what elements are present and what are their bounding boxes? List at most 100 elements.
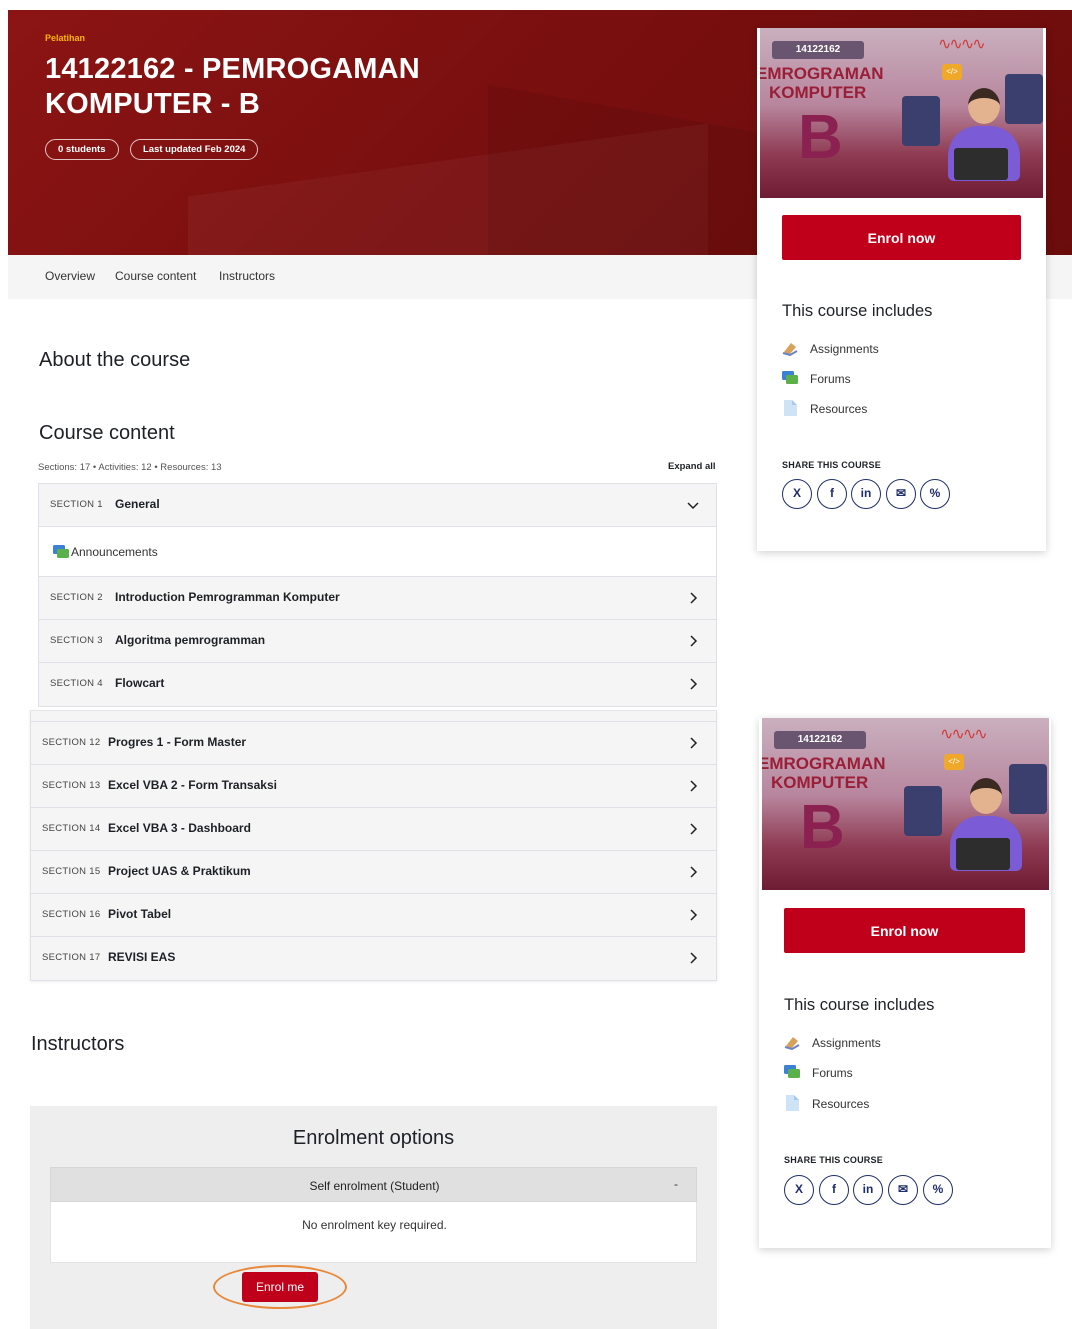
code-panel-graphic xyxy=(1005,74,1043,124)
enrolment-method-body: No enrolment key required. xyxy=(50,1202,697,1263)
section-number: SECTION 12 xyxy=(42,737,101,748)
section-title: Excel VBA 2 - Form Transaksi xyxy=(108,778,277,792)
chevron-right-icon[interactable] xyxy=(686,736,700,750)
section-title: Flowcart xyxy=(115,676,165,690)
laptop-illustration xyxy=(954,148,1008,180)
section-row[interactable]: SECTION 2 Introduction Pemrogramman Komp… xyxy=(39,577,716,620)
thumbnail-code: 14122162 xyxy=(774,731,866,749)
section-row[interactable]: SECTION 1 General xyxy=(39,484,716,527)
forum-icon xyxy=(53,545,69,558)
forum-icon xyxy=(784,1065,800,1078)
chevron-right-icon[interactable] xyxy=(686,779,700,793)
chevron-right-icon[interactable] xyxy=(686,591,700,605)
file-icon xyxy=(784,400,797,416)
collapse-toggle[interactable]: - xyxy=(674,1177,678,1191)
email-icon[interactable]: ✉ xyxy=(888,1175,918,1205)
chevron-right-icon[interactable] xyxy=(686,634,700,648)
chevron-right-icon[interactable] xyxy=(686,822,700,836)
enrolment-title: Enrolment options xyxy=(292,1127,455,1149)
email-icon[interactable]: ✉ xyxy=(886,479,916,509)
thumbnail-title-line2: KOMPUTER xyxy=(769,83,867,102)
tab-overview[interactable]: Overview xyxy=(45,269,95,283)
include-label: Resources xyxy=(812,1097,870,1111)
link-icon[interactable]: % xyxy=(920,479,950,509)
section-number: SECTION 13 xyxy=(42,780,101,791)
linkedin-icon[interactable]: in xyxy=(853,1175,883,1205)
course-sidebar-card: 14122162 ∿∿∿∿ </> EMROGRAMAN KOMPUTER B … xyxy=(759,718,1051,1248)
code-panel-graphic xyxy=(904,786,942,836)
section-row[interactable]: SECTION 15 Project UAS & Praktikum xyxy=(31,851,716,894)
chevron-right-icon[interactable] xyxy=(686,677,700,691)
assignment-icon xyxy=(782,343,798,356)
code-panel-graphic xyxy=(902,96,940,146)
course-content-heading: Course content xyxy=(39,422,175,444)
section-row[interactable]: SECTION 14 Excel VBA 3 - Dashboard xyxy=(31,808,716,851)
chevron-right-icon[interactable] xyxy=(686,908,700,922)
instructors-heading: Instructors xyxy=(31,1033,125,1055)
file-icon xyxy=(786,1095,799,1111)
course-title: 14122162 - PEMROGAMAN KOMPUTER - B xyxy=(45,53,420,120)
enrol-now-button[interactable]: Enrol now xyxy=(784,908,1025,953)
about-heading: About the course xyxy=(39,349,191,371)
section-list: SECTION 12 Progres 1 - Form Master SECTI… xyxy=(30,710,717,981)
section-row[interactable]: SECTION 4 Flowcart xyxy=(39,663,716,706)
x-icon[interactable]: X xyxy=(782,479,812,509)
section-title: Project UAS & Praktikum xyxy=(108,864,251,878)
thumbnail-code-tag: </> xyxy=(942,64,962,80)
section-number: SECTION 1 xyxy=(50,499,103,510)
facebook-icon[interactable]: f xyxy=(817,479,847,509)
course-category: Pelatihan xyxy=(45,33,86,43)
forum-icon xyxy=(782,371,798,384)
thumbnail-letter: B xyxy=(800,793,845,862)
chevron-right-icon[interactable] xyxy=(686,865,700,879)
section-title: Introduction Pemrogramman Komputer xyxy=(115,590,340,604)
section-row[interactable]: SECTION 13 Excel VBA 2 - Form Transaksi xyxy=(31,765,716,808)
share-buttons: X f in ✉ % xyxy=(782,479,962,509)
include-label: Assignments xyxy=(810,342,879,356)
section-number: SECTION 15 xyxy=(42,866,101,877)
wave-decoration: ∿∿∿∿ xyxy=(940,726,988,743)
tab-instructors[interactable]: Instructors xyxy=(219,269,275,283)
include-label: Forums xyxy=(810,372,851,386)
section-row[interactable]: SECTION 3 Algoritma pemrogramman xyxy=(39,620,716,663)
course-stats: Sections: 17 • Activities: 12 • Resource… xyxy=(38,462,222,473)
chevron-down-icon[interactable] xyxy=(686,498,700,512)
expand-all-link[interactable]: Expand all xyxy=(668,461,716,472)
linkedin-icon[interactable]: in xyxy=(851,479,881,509)
share-title: SHARE THIS COURSE xyxy=(784,1155,883,1165)
tab-course-content[interactable]: Course content xyxy=(115,269,196,283)
x-icon[interactable]: X xyxy=(784,1175,814,1205)
thumbnail-code: 14122162 xyxy=(772,41,864,59)
section-row[interactable]: SECTION 12 Progres 1 - Form Master xyxy=(31,722,716,765)
section-number: SECTION 16 xyxy=(42,909,101,920)
enrol-now-button[interactable]: Enrol now xyxy=(782,215,1021,260)
thumbnail-title-line2: KOMPUTER xyxy=(771,773,869,792)
activity-row[interactable]: Announcements xyxy=(39,527,716,577)
wave-decoration: ∿∿∿∿ xyxy=(938,36,986,53)
section-title: REVISI EAS xyxy=(108,950,176,964)
programmer-head xyxy=(970,778,1002,814)
thumbnail-title-line1: EMROGRAMAN xyxy=(762,754,886,773)
thumbnail-title-line1: EMROGRAMAN xyxy=(760,64,884,83)
facebook-icon[interactable]: f xyxy=(819,1175,849,1205)
enrolment-note: No enrolment key required. xyxy=(302,1218,447,1232)
course-thumbnail: 14122162 ∿∿∿∿ </> EMROGRAMAN KOMPUTER B xyxy=(760,28,1043,198)
enrolment-method-header[interactable]: Self enrolment (Student) - xyxy=(50,1167,697,1202)
students-badge: 0 students xyxy=(45,139,119,160)
last-updated-badge: Last updated Feb 2024 xyxy=(130,139,259,160)
section-title: Algoritma pemrogramman xyxy=(115,633,266,647)
activity-link-announcements[interactable]: Announcements xyxy=(71,545,158,559)
programmer-head xyxy=(968,88,1000,124)
section-row[interactable]: SECTION 17 REVISI EAS xyxy=(31,937,716,980)
chevron-right-icon[interactable] xyxy=(686,951,700,965)
link-icon[interactable]: % xyxy=(923,1175,953,1205)
section-number: SECTION 4 xyxy=(50,678,103,689)
highlight-circle xyxy=(213,1265,347,1309)
code-panel-graphic xyxy=(1009,764,1047,814)
share-buttons: X f in ✉ % xyxy=(784,1175,964,1205)
includes-title: This course includes xyxy=(784,996,935,1014)
course-sidebar-card: 14122162 ∿∿∿∿ </> EMROGRAMAN KOMPUTER B … xyxy=(757,28,1046,551)
section-number: SECTION 2 xyxy=(50,592,103,603)
section-number: SECTION 14 xyxy=(42,823,101,834)
section-row[interactable]: SECTION 16 Pivot Tabel xyxy=(31,894,716,937)
